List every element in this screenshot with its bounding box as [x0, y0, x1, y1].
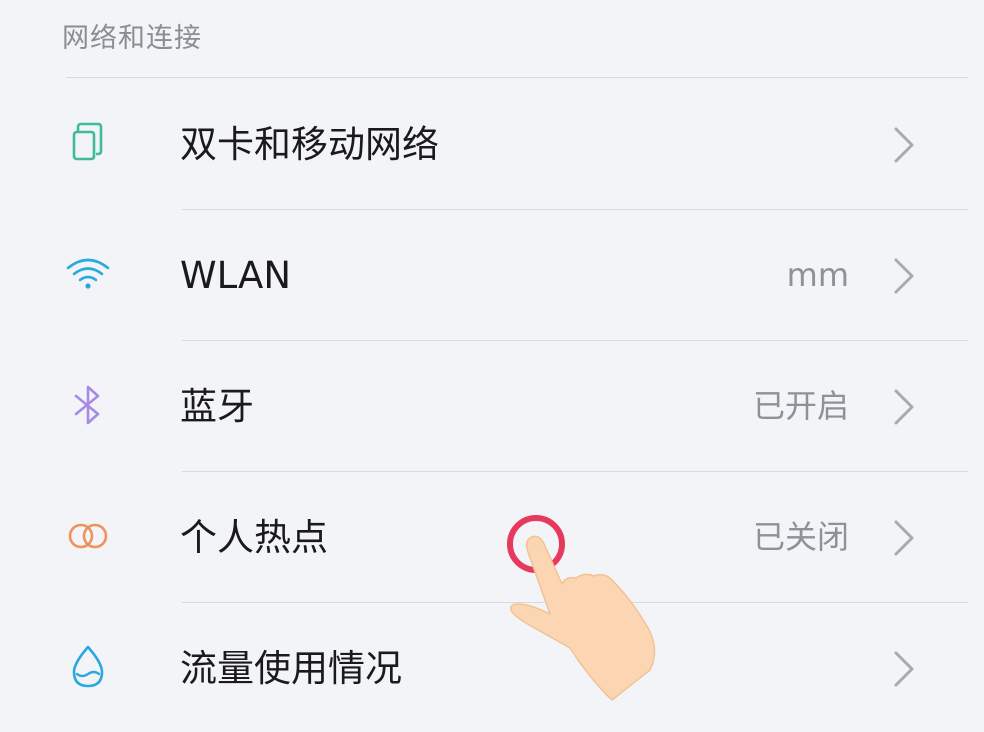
chevron-right-icon	[888, 387, 922, 427]
settings-item-wlan[interactable]: WLAN mm	[0, 210, 984, 341]
chevron-right-icon	[888, 256, 922, 296]
settings-item-value: 已关闭	[752, 518, 849, 556]
data-usage-icon	[64, 643, 112, 691]
settings-item-label: 个人热点	[180, 516, 328, 559]
chevron-right-icon	[888, 125, 922, 165]
dual-sim-icon	[64, 119, 112, 167]
settings-item-bluetooth[interactable]: 蓝牙 已开启	[0, 341, 984, 472]
chevron-right-icon	[888, 649, 922, 689]
settings-screen: 网络和连接 双卡和移动网络 WLAN mm 蓝牙 已开启 个人热点 已关闭 流量…	[0, 0, 984, 732]
settings-item-label: 流量使用情况	[180, 647, 402, 690]
tap-pointer-icon	[500, 510, 670, 710]
settings-item-label: 蓝牙	[180, 385, 254, 428]
bluetooth-icon	[64, 381, 112, 429]
settings-item-value: mm	[786, 256, 849, 294]
hotspot-icon	[64, 512, 112, 560]
section-header: 网络和连接	[62, 23, 202, 54]
chevron-right-icon	[888, 518, 922, 558]
settings-item-label: WLAN	[180, 254, 292, 297]
divider	[66, 77, 968, 78]
settings-item-label: 双卡和移动网络	[180, 123, 439, 166]
settings-item-data-usage[interactable]: 流量使用情况	[0, 603, 984, 732]
settings-item-dual-sim[interactable]: 双卡和移动网络	[0, 79, 984, 210]
settings-item-hotspot[interactable]: 个人热点 已关闭	[0, 472, 984, 603]
wifi-icon	[64, 250, 112, 298]
settings-item-value: 已开启	[752, 387, 849, 425]
